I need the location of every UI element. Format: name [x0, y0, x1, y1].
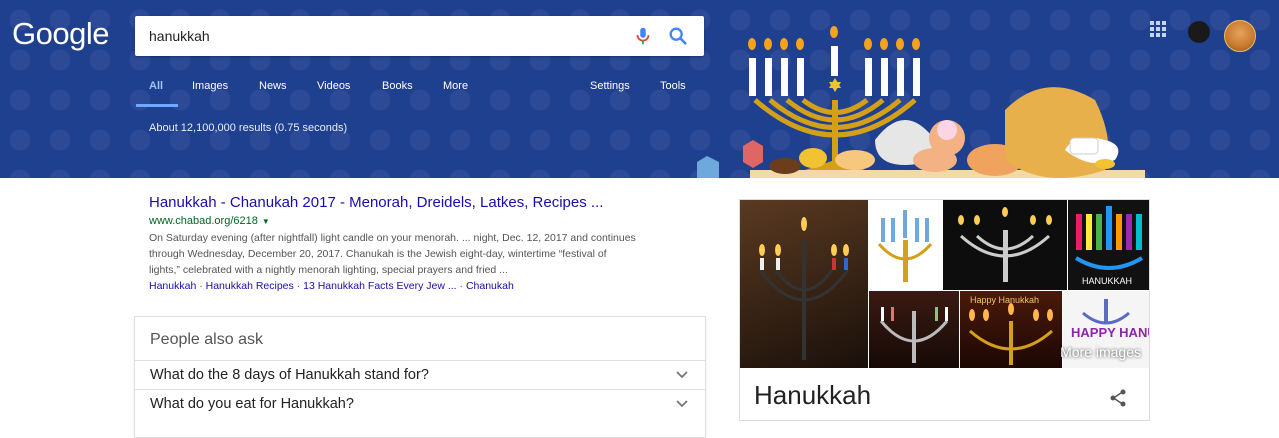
image-grid[interactable]: HANUKKAH Happy Hanukkah HAPPY HAN More i… — [740, 200, 1149, 368]
notifications-icon[interactable] — [1188, 21, 1210, 43]
tab-videos[interactable]: Videos — [317, 80, 350, 92]
share-icon[interactable] — [1108, 388, 1128, 408]
search-tabs: All Images News Videos Books More Settin… — [0, 80, 700, 108]
menorah-image[interactable]: Happy Hanukkah — [960, 291, 1062, 368]
tab-images[interactable]: Images — [192, 80, 228, 92]
result-snippet: On Saturday evening (after nightfall) li… — [149, 230, 689, 278]
search-icon[interactable] — [667, 25, 689, 47]
paa-question[interactable]: What do the 8 days of Hanukkah stand for… — [135, 360, 705, 390]
tab-news[interactable]: News — [259, 80, 287, 92]
menorah-image[interactable] — [943, 200, 1067, 290]
google-logo[interactable]: Google — [12, 16, 109, 52]
sitelink-chanukah[interactable]: Chanukah — [466, 280, 514, 292]
sitelink-facts[interactable]: 13 Hanukkah Facts Every Jew ... — [303, 280, 456, 292]
paa-question-text: What do the 8 days of Hanukkah stand for… — [150, 367, 429, 383]
menorah-image[interactable]: HANUKKAH — [1068, 200, 1149, 290]
chevron-down-icon[interactable] — [675, 367, 689, 381]
dreidel-icon — [697, 156, 719, 178]
apps-grid-icon[interactable] — [1150, 21, 1166, 37]
image-caption: HAPPY HANUKKAH — [1071, 325, 1149, 340]
snippet-line: On Saturday evening (after nightfall) li… — [149, 232, 636, 244]
dreidel-icon — [743, 140, 763, 168]
dropdown-arrow-icon[interactable]: ▼ — [262, 217, 270, 226]
result-stats: About 12,100,000 results (0.75 seconds) — [149, 122, 348, 134]
result-url: www.chabad.org/6218 ▼ — [149, 213, 709, 230]
microphone-icon[interactable] — [632, 25, 654, 47]
search-box[interactable] — [135, 16, 704, 56]
knowledge-panel-title: Hanukkah — [754, 380, 872, 410]
search-input[interactable] — [149, 24, 619, 48]
menorah-image[interactable] — [869, 291, 959, 368]
menorah-image[interactable] — [869, 200, 942, 290]
sitelink-hanukkah[interactable]: Hanukkah — [149, 280, 196, 292]
tab-more[interactable]: More — [443, 80, 468, 92]
menorah-image[interactable] — [740, 200, 868, 368]
tab-all[interactable]: All — [149, 80, 163, 92]
result-url-text: www.chabad.org/6218 — [149, 215, 258, 227]
tools-link[interactable]: Tools — [660, 80, 686, 92]
tab-books[interactable]: Books — [382, 80, 413, 92]
image-caption: Happy Hanukkah — [970, 295, 1039, 305]
header-banner: Google All Images News Videos Books More… — [0, 0, 1279, 178]
search-result: Hanukkah - Chanukah 2017 - Menorah, Drei… — [149, 193, 709, 294]
hanukkah-doodle[interactable] — [695, 20, 1155, 178]
chevron-down-icon[interactable] — [675, 396, 689, 410]
image-caption: HANUKKAH — [1082, 276, 1132, 286]
knowledge-panel: HANUKKAH Happy Hanukkah HAPPY HAN More i… — [739, 199, 1150, 421]
active-tab-indicator — [136, 104, 178, 107]
paa-question-text: What do you eat for Hanukkah? — [150, 396, 354, 412]
more-images-link[interactable]: More images — [1060, 344, 1141, 360]
sitelink-recipes[interactable]: Hanukkah Recipes — [206, 280, 294, 292]
paa-title: People also ask — [150, 331, 263, 348]
people-also-ask: People also ask What do the 8 days of Ha… — [134, 316, 706, 438]
avatar[interactable] — [1224, 20, 1256, 52]
sitelinks: Hanukkah · Hanukkah Recipes · 13 Hanukka… — [149, 280, 514, 292]
snippet-line: through Wednesday, December 20, 2017. Ch… — [149, 248, 607, 260]
settings-link[interactable]: Settings — [590, 80, 630, 92]
snippet-line: lights,” celebrated with a nightly menor… — [149, 264, 508, 276]
result-title-link[interactable]: Hanukkah - Chanukah 2017 - Menorah, Drei… — [149, 193, 709, 213]
